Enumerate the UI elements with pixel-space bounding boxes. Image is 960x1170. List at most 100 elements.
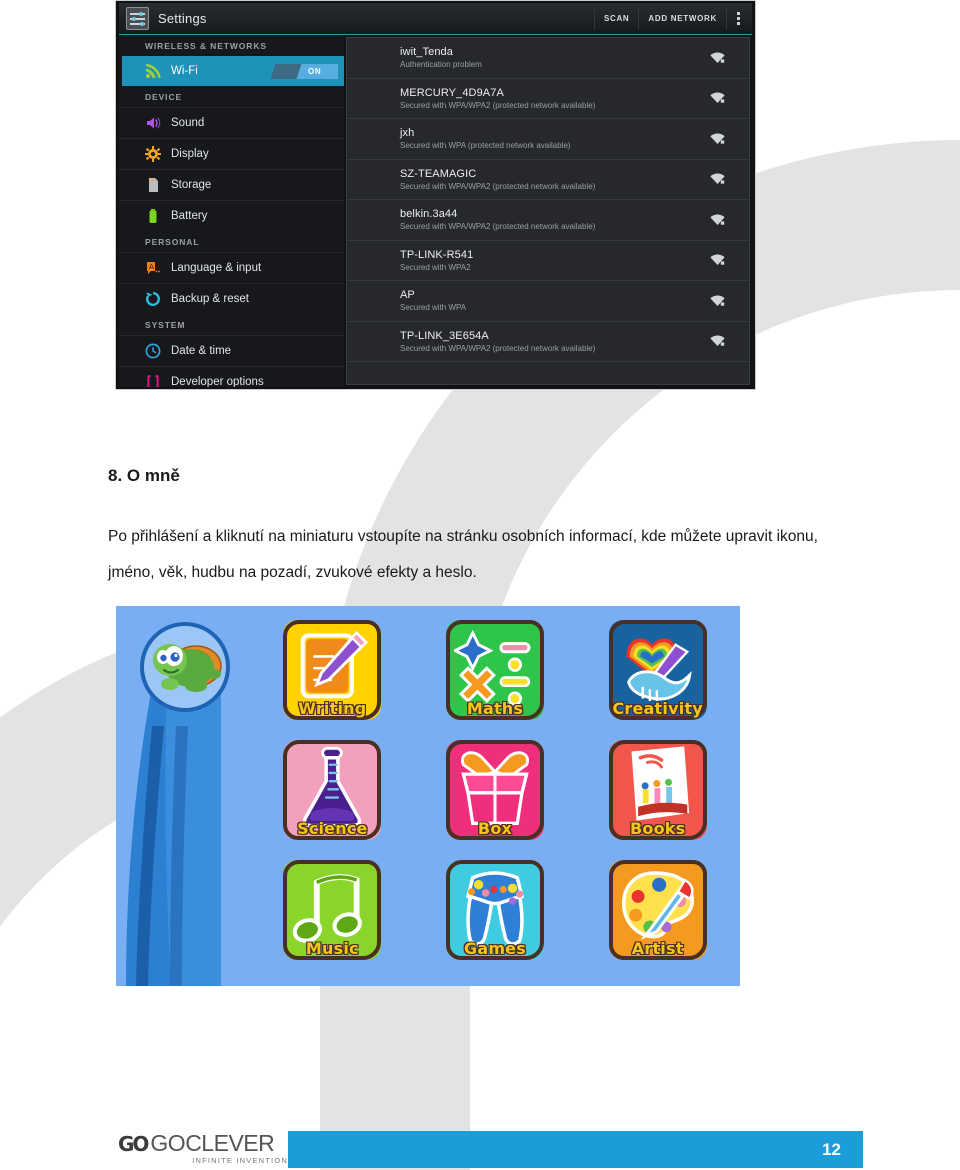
wifi-list-item[interactable]: TP-LINK_3E654A Secured with WPA/WPA2 (pr…: [347, 322, 749, 362]
wifi-status: Secured with WPA: [400, 303, 467, 313]
tile-label: Maths: [466, 699, 524, 718]
wifi-ssid: MERCURY_4D9A7A: [400, 86, 504, 99]
tile-label: Creativity: [612, 699, 703, 718]
launcher-tile-books[interactable]: Books: [608, 740, 707, 840]
sidebar-item-storage[interactable]: Storage: [119, 169, 344, 200]
wifi-ssid: AP: [400, 289, 415, 302]
launcher-tile-box[interactable]: Box: [445, 740, 544, 840]
sidebar-item-sound[interactable]: Sound: [119, 107, 344, 138]
backup-reset-icon: [145, 291, 161, 307]
launcher-tile-maths[interactable]: Maths: [445, 620, 544, 720]
wifi-lock-signal-icon: [710, 133, 725, 144]
wifi-status: Secured with WPA/WPA2 (protected network…: [400, 181, 596, 191]
wifi-ssid: SZ-TEAMAGIC: [400, 167, 477, 180]
wifi-lock-signal-icon: [710, 214, 725, 225]
pencil-note-icon: [300, 630, 369, 699]
wifi-status: Secured with WPA2: [400, 262, 471, 272]
palette-brush-icon: [621, 871, 694, 940]
sidebar-item-display[interactable]: Display: [119, 138, 344, 169]
wifi-status: Secured with WPA (protected network avai…: [400, 141, 571, 151]
tile-label: Science: [297, 819, 368, 838]
sidebar-item-wifi[interactable]: Wi-Fi ON: [122, 56, 344, 86]
wifi-lock-signal-icon: [710, 254, 725, 266]
book-icon: [631, 746, 689, 821]
wifi-list-item[interactable]: TP-LINK-R541 Secured with WPA2: [347, 241, 749, 281]
launcher-tile-music[interactable]: Music: [283, 860, 382, 960]
sidebar-item-label-developer-options: Developer options: [171, 376, 264, 387]
wifi-ssid: iwit_Tenda: [400, 46, 453, 59]
tile-label: Box: [477, 819, 513, 838]
sidebar-item-label-storage: Storage: [171, 179, 212, 191]
wifi-lock-signal-icon: [710, 52, 725, 63]
settings-title: Settings: [158, 11, 207, 26]
sidebar-item-battery[interactable]: Battery: [119, 200, 344, 231]
wifi-list-item[interactable]: MERCURY_4D9A7A Secured with WPA/WPA2 (pr…: [347, 79, 749, 119]
wifi-lock-signal-icon: [710, 173, 725, 185]
sidebar-item-label-date-time: Date & time: [171, 345, 232, 357]
wifi-network-list[interactable]: iwit_Tenda Authentication problem MERCUR…: [346, 37, 750, 385]
launcher-tile-writing[interactable]: Writing: [283, 620, 382, 720]
goclever-logo: GO GOCLEVER INFINITE INVENTION: [118, 1130, 288, 1165]
launcher-tile-grid: Writing Maths Creativity Science Box Boo…: [256, 620, 734, 980]
sd-card-icon: [145, 177, 161, 193]
wifi-status: Secured with WPA/WPA2 (protected network…: [400, 100, 596, 110]
launcher-tile-artist[interactable]: Artist: [608, 860, 707, 960]
wifi-status: Secured with WPA/WPA2 (protected network…: [400, 222, 596, 232]
turtle-avatar[interactable]: [140, 622, 230, 712]
wifi-toggle-state: ON: [308, 66, 322, 76]
tile-label: Games: [463, 939, 526, 958]
logo-mark: GO: [118, 1131, 149, 1156]
sidebar-item-language-input[interactable]: A Language & input: [119, 252, 344, 283]
gift-box-icon: [460, 751, 529, 825]
add-network-button[interactable]: ADD NETWORK: [638, 7, 726, 30]
sidebar-item-developer-options[interactable]: Developer options: [119, 366, 344, 387]
sidebar-item-label-sound: Sound: [171, 117, 205, 129]
wifi-toggle-switch[interactable]: ON: [270, 63, 338, 79]
wifi-status: Secured with WPA/WPA2 (protected network…: [400, 343, 596, 353]
tile-label: Writing: [298, 699, 367, 718]
tile-label: Artist: [631, 939, 684, 958]
brightness-gear-icon: [145, 146, 161, 162]
launcher-tile-science[interactable]: Science: [283, 740, 382, 840]
logo-tagline: INFINITE INVENTION: [192, 1156, 288, 1165]
launcher-tile-games[interactable]: Games: [445, 860, 544, 960]
launcher-tile-creativity[interactable]: Creativity: [608, 620, 707, 720]
sidebar-group-header-device: DEVICE: [145, 92, 183, 102]
sidebar-item-date-time[interactable]: Date & time: [119, 335, 344, 366]
music-note-icon: [293, 874, 363, 943]
wifi-list-item[interactable]: SZ-TEAMAGIC Secured with WPA/WPA2 (prote…: [347, 160, 749, 200]
wifi-lock-signal-icon: [710, 92, 725, 104]
wifi-signal-icon: [145, 63, 161, 79]
svg-text:A: A: [149, 263, 154, 271]
page-number: 12: [822, 1139, 841, 1159]
settings-sliders-icon: [126, 7, 149, 30]
flask-icon: [303, 746, 362, 828]
kids-launcher-screenshot: Writing Maths Creativity Science Box Boo…: [116, 606, 740, 986]
sidebar-item-backup-reset[interactable]: Backup & reset: [119, 283, 344, 314]
wifi-ssid: jxh: [400, 127, 415, 140]
wifi-list-item[interactable]: AP Secured with WPA: [347, 281, 749, 322]
body-paragraph: Po přihlášení a kliknutí na miniaturu vs…: [108, 528, 818, 581]
settings-action-bar: Settings SCAN ADD NETWORK: [119, 3, 752, 35]
footer-bar: 12: [288, 1131, 863, 1168]
wifi-list-item[interactable]: iwit_Tenda Authentication problem: [347, 38, 749, 79]
wifi-lock-signal-icon: [710, 335, 725, 347]
gamepad-icon: [466, 871, 524, 946]
scan-button[interactable]: SCAN: [593, 7, 638, 30]
speaker-icon: [145, 115, 161, 131]
wifi-list-item[interactable]: jxh Secured with WPA (protected network …: [347, 119, 749, 160]
battery-icon: [145, 208, 161, 224]
sidebar-item-label-display: Display: [171, 148, 209, 160]
overflow-menu-icon[interactable]: [726, 7, 749, 30]
sidebar-item-label-language-input: Language & input: [171, 262, 262, 274]
wifi-status: Authentication problem: [400, 60, 482, 70]
logo-wordmark: GOCLEVER: [150, 1130, 275, 1156]
language-input-icon: A: [145, 260, 161, 276]
sidebar-group-header-wireless: WIRELESS & NETWORKS: [145, 41, 267, 51]
tile-label: Books: [629, 819, 686, 838]
wifi-list-item[interactable]: belkin.3a44 Secured with WPA/WPA2 (prote…: [347, 200, 749, 241]
wifi-ssid: TP-LINK_3E654A: [400, 329, 489, 342]
sidebar-item-label-backup-reset: Backup & reset: [171, 293, 249, 305]
android-settings-screenshot: Settings SCAN ADD NETWORK WIRELESS & NET…: [116, 1, 755, 389]
sidebar-item-label-wifi: Wi-Fi: [171, 65, 198, 77]
